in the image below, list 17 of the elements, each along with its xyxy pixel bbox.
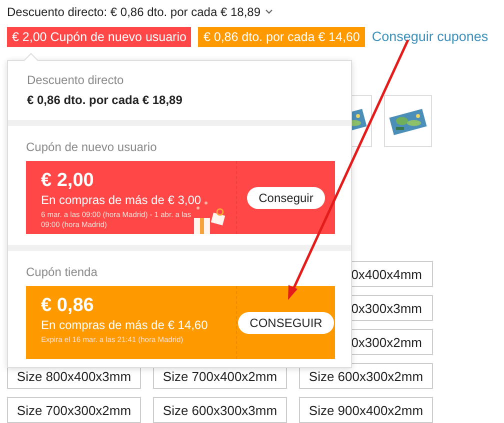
coupon-condition: En compras de más de € 14,60 (41, 318, 209, 333)
section-title: Cupón de nuevo usuario (26, 140, 158, 154)
section-title: Cupón tienda (26, 265, 98, 279)
size-option[interactable]: Size 600x300x2mm (299, 363, 433, 390)
size-option[interactable]: Size 700x300x2mm (7, 397, 141, 423)
coupon-condition: En compras de más de € 3,00 (41, 193, 202, 208)
coupon-amount: € 2,00 (41, 169, 95, 193)
get-coupon-button[interactable]: CONSEGUIR (238, 312, 334, 334)
size-option[interactable]: Size 900x400x2mm (299, 397, 433, 423)
get-coupons-link[interactable]: Conseguir cupones (372, 27, 488, 48)
discount-summary: Descuento directo: € 0,86 dto. por cada € 18,89 (7, 4, 261, 21)
direct-discount-text: € 0,86 dto. por cada € 18,89 (27, 93, 184, 107)
coupon-amount: € 0,86 (41, 294, 95, 318)
size-option[interactable]: Size 600x300x3mm (153, 397, 287, 423)
chevron-down-icon[interactable] (264, 9, 273, 15)
get-coupon-button[interactable]: Conseguir (246, 186, 326, 208)
section-title: Descuento directo (27, 73, 125, 87)
